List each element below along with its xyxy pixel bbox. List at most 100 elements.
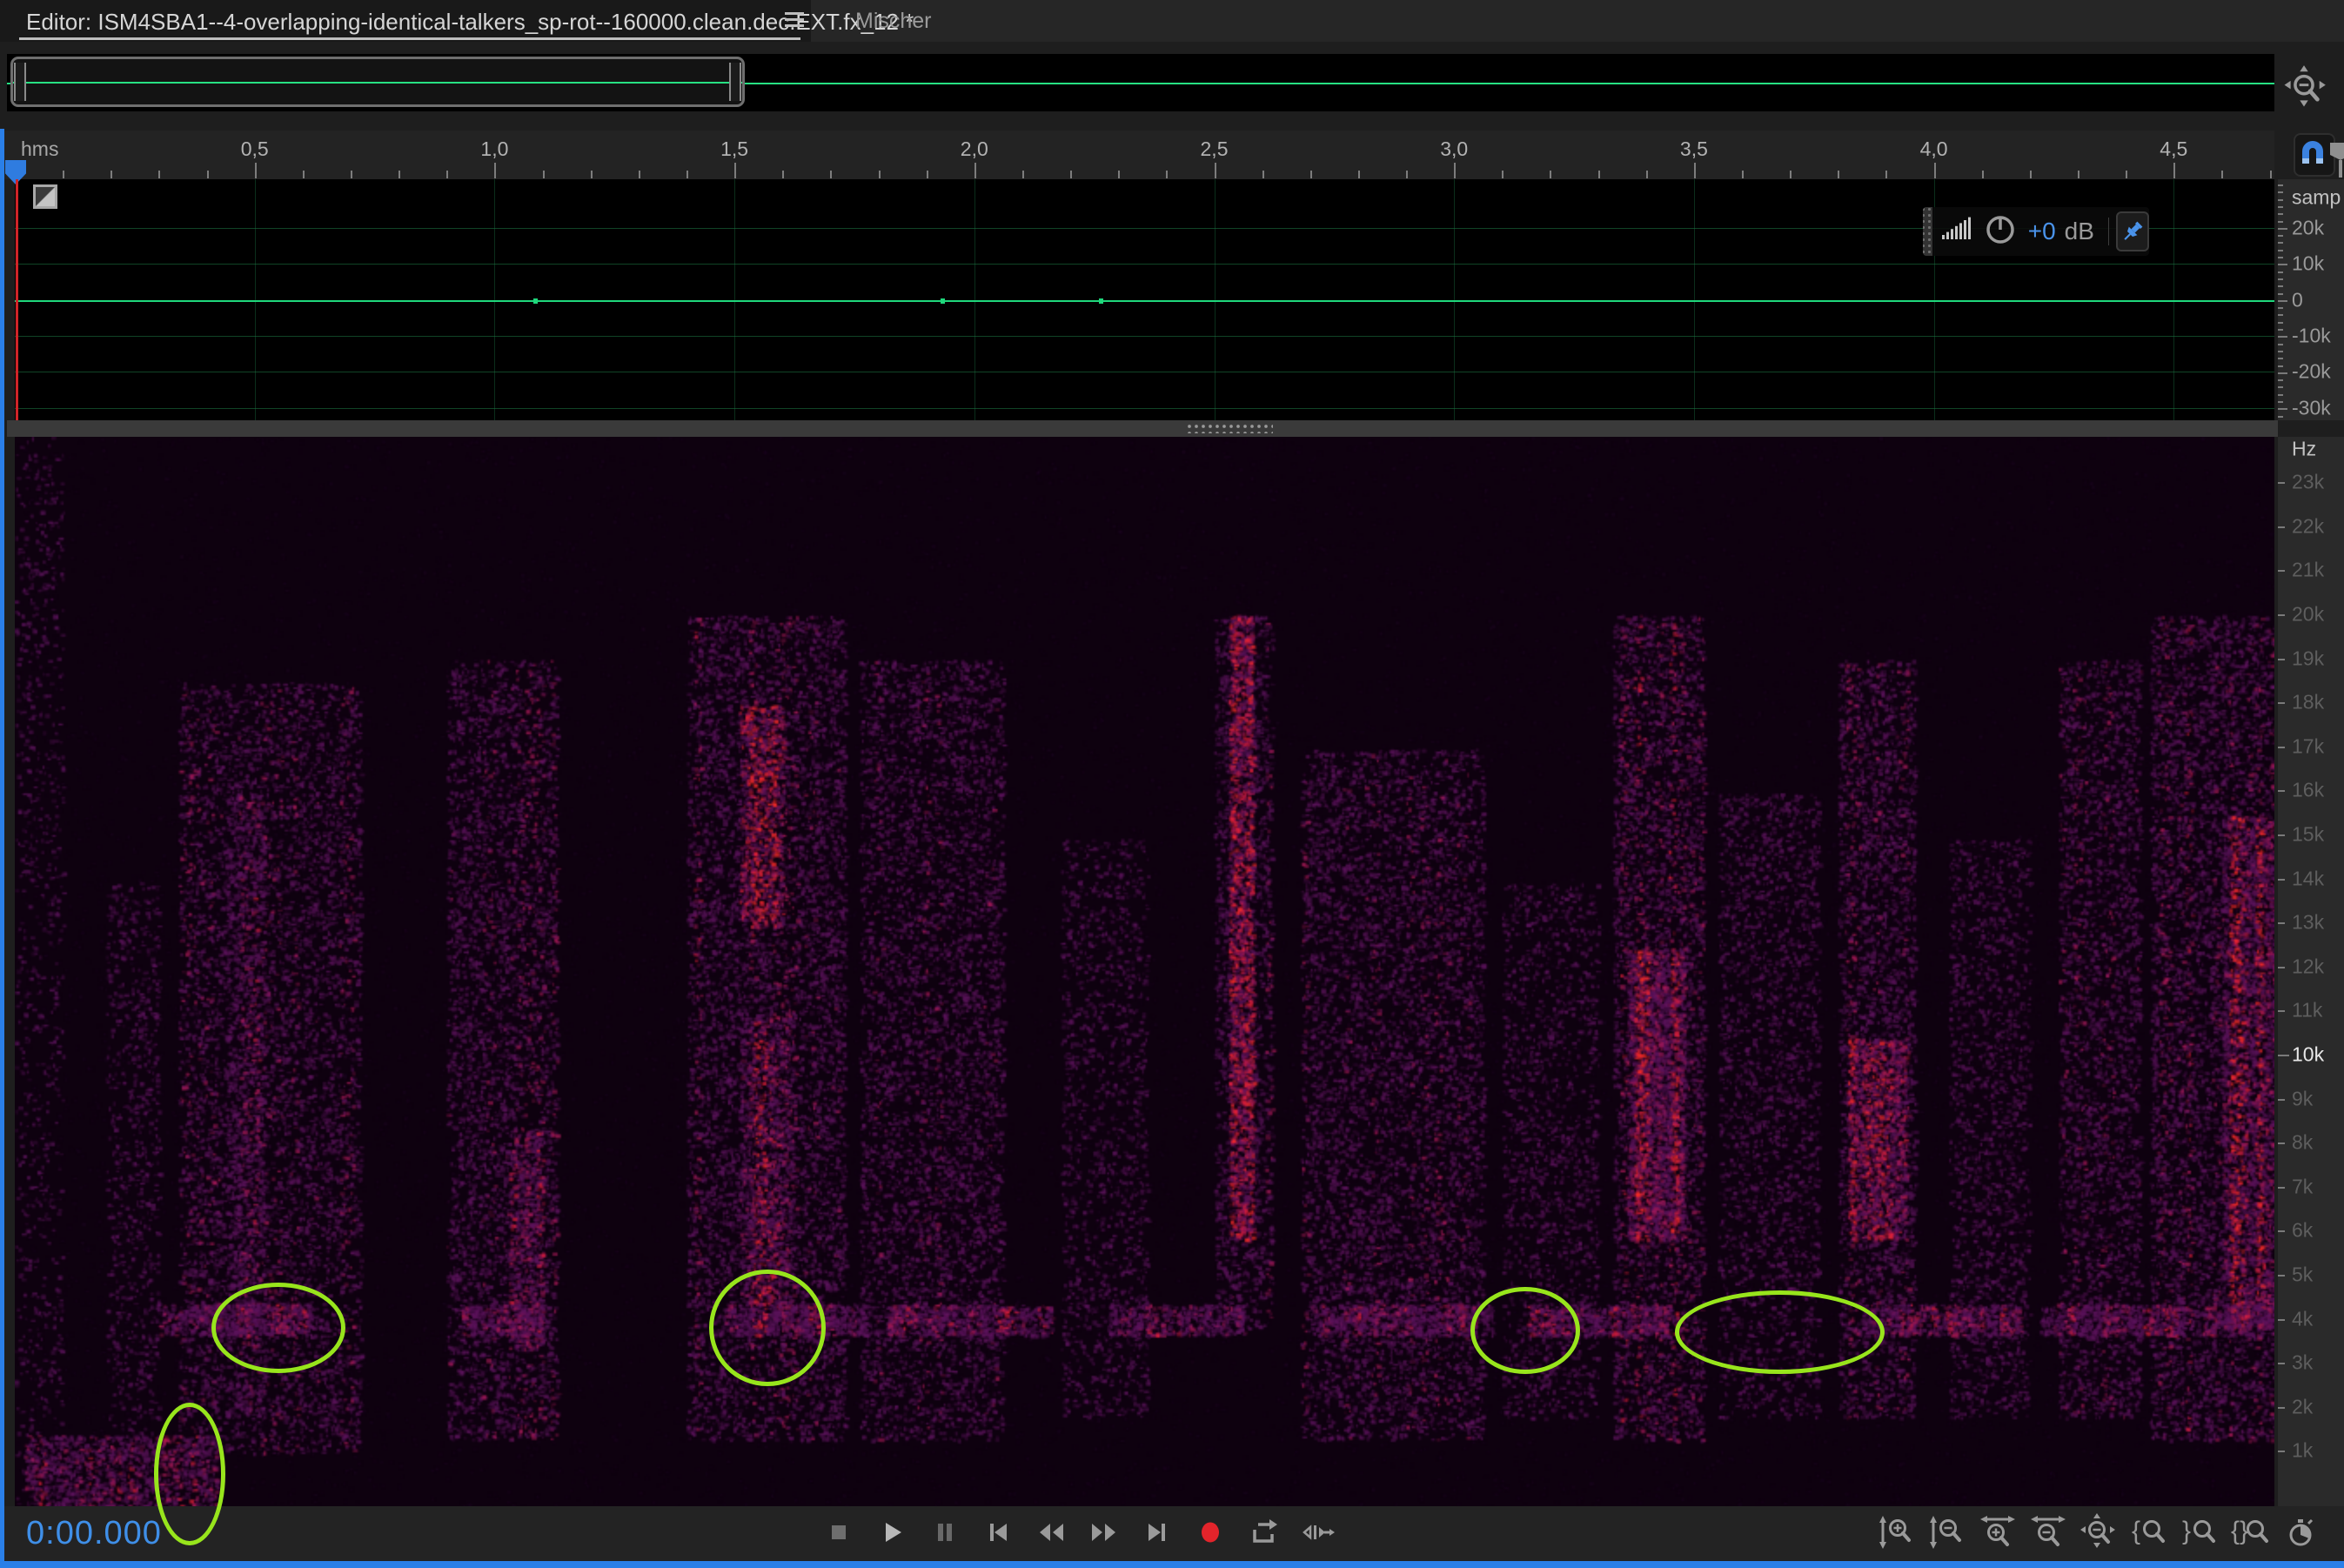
annotation-ellipse [1675,1290,1884,1374]
frequency-scale-tick [2278,1099,2285,1101]
go-to-end-button[interactable] [1138,1510,1176,1555]
loop-playback-button[interactable] [1244,1510,1283,1555]
horizontal-zoom-in-button[interactable] [1979,1510,2017,1555]
fast-forward-button[interactable] [1085,1510,1123,1555]
amplitude-unit-label: samp [2292,186,2341,210]
svg-text:{: { [2132,1517,2140,1545]
ruler-minor-tick [1550,171,1551,178]
navigator-range-selector[interactable] [10,57,745,107]
frequency-scale[interactable]: Hz23k22k21k20k19k18k17k16k15k14k13k12k11… [2278,437,2344,1506]
ruler-minor-tick [543,171,545,178]
ruler-minor-tick [1885,171,1887,178]
ruler-time-label: 1,5 [720,137,748,161]
amplitude-scale-tick [2278,351,2283,352]
ruler-time-label: 0,5 [241,137,269,161]
marker-pin-icon [2328,137,2344,183]
annotation-ellipse [709,1270,826,1386]
frequency-scale-label: 6k [2292,1219,2313,1243]
tab-mixer[interactable]: Mischer [840,0,948,42]
pause-button[interactable] [926,1510,964,1555]
zoom-in-point-button[interactable]: { [2130,1510,2168,1555]
frequency-scale-label: 20k [2292,603,2324,627]
frequency-scale-label: 1k [2292,1439,2313,1463]
pin-hud-button[interactable] [2116,211,2149,251]
ruler-minor-tick [1070,171,1072,178]
ruler-minor-tick [2126,171,2127,178]
hud-drag-grip[interactable] [1923,207,1932,256]
zoom-reset-button[interactable] [2079,1510,2118,1555]
gain-hud[interactable]: +0 dB [1923,207,2149,256]
gain-knob-icon[interactable] [1974,211,2019,253]
waveform-sample-blip [941,298,945,304]
amplitude-scale-tick [2278,228,2287,230]
zoom-controls: { } {} [1878,1510,2320,1555]
waveform-gridline-h [15,408,2274,409]
record-button[interactable] [1191,1510,1229,1555]
amplitude-scale-label: -30k [2292,396,2331,419]
amplitude-scale-tick [2278,307,2283,309]
waveform-zero-line [15,300,2274,302]
frequency-scale-label: 21k [2292,559,2324,582]
vertical-zoom-out-button[interactable] [1928,1510,1966,1555]
pan-zoom-icon[interactable] [2281,64,2327,110]
ruler-major-tick [255,163,257,178]
panel-menu-icon[interactable] [785,12,804,28]
waveform-sample-blip [533,298,538,304]
bottom-toolbar: 0:00.000 { } [0,1506,2344,1561]
navigator-left-handle[interactable] [14,63,26,101]
editor-tab-title: Editor: ISM4SBA1--4-overlapping-identica… [26,9,914,36]
ruler-major-tick [2173,163,2175,178]
svg-text:}: } [2182,1517,2191,1545]
frequency-scale-tick [2278,1319,2285,1321]
frequency-scale-label: 7k [2292,1175,2313,1198]
stop-button[interactable] [820,1510,858,1555]
skip-selection-button[interactable] [1297,1510,1336,1555]
amplitude-scale-tick [2278,372,2287,374]
frequency-scale-label: 16k [2292,779,2324,802]
vertical-zoom-in-button[interactable] [1878,1510,1916,1555]
go-to-start-button[interactable] [979,1510,1017,1555]
frequency-scale-label: 10k [2292,1043,2324,1067]
spectrogram-view[interactable] [15,437,2274,1506]
rewind-button[interactable] [1032,1510,1070,1555]
ruler-major-tick [734,163,736,178]
ruler-minor-tick [1262,171,1264,178]
ruler-minor-tick [2221,171,2223,178]
frequency-scale-label: 17k [2292,734,2324,758]
frequency-scale-tick [2278,834,2285,836]
ruler-minor-tick [303,171,305,178]
play-button[interactable] [873,1510,911,1555]
frequency-scale-tick [2278,570,2285,572]
amplitude-scale-tick [2278,408,2287,410]
frequency-scale-tick [2278,1142,2285,1144]
frequency-scale-label: 18k [2292,691,2324,714]
tab-editor[interactable]: Editor: ISM4SBA1--4-overlapping-identica… [0,0,811,42]
timeline-ruler[interactable]: hms 0,51,01,52,02,53,03,54,04,5 [0,131,2274,179]
channel-split-icon[interactable] [33,184,57,209]
time-display[interactable]: 0:00.000 [26,1515,162,1552]
frequency-scale-tick [2278,747,2285,748]
level-bars-icon [1932,215,1974,249]
view-split-divider[interactable] [7,420,2278,437]
zoom-out-point-button[interactable]: } [2180,1510,2219,1555]
frequency-scale-label: 15k [2292,823,2324,847]
amplitude-scale-tick [2278,386,2283,388]
ruler-major-tick [974,163,976,178]
ruler-minor-tick [1646,171,1648,178]
elapsed-timer-button[interactable] [2281,1510,2320,1555]
navigator-right-handle[interactable] [729,63,741,101]
horizontal-zoom-out-button[interactable] [2029,1510,2067,1555]
ruler-minor-tick [1502,171,1504,178]
ruler-time-label: 4,0 [1920,137,1948,161]
amplitude-scale[interactable]: samp20k10k0-10k-20k-30k [2278,179,2344,420]
zoom-navigator-bar[interactable] [7,54,2274,111]
amplitude-scale-tick [2278,213,2283,215]
zoom-selection-button[interactable]: {} [2231,1510,2269,1555]
amplitude-scale-tick [2278,394,2283,396]
ruler-minor-tick [1118,171,1120,178]
ruler-minor-tick [207,171,209,178]
frequency-scale-tick [2278,1230,2285,1232]
ruler-minor-tick [1790,171,1791,178]
gain-value[interactable]: +0 [2028,218,2056,245]
ruler-minor-tick [1166,171,1168,178]
